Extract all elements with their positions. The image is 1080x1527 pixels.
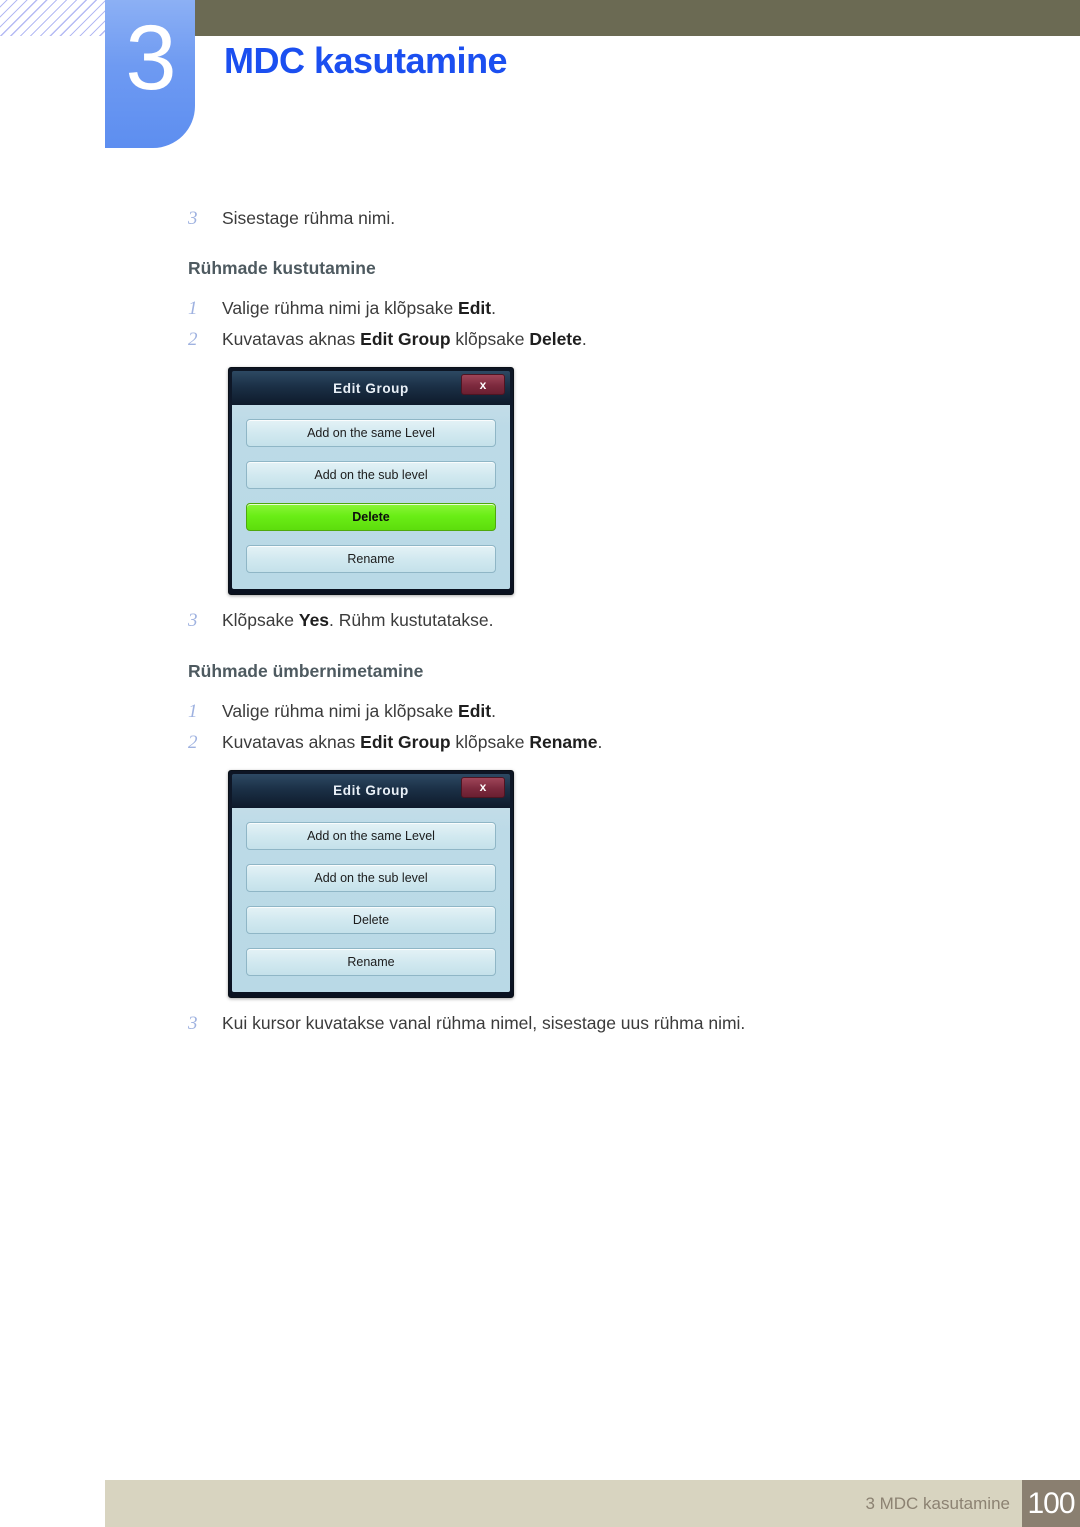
emphasized-term: Rename xyxy=(529,731,598,752)
dialog-button-rename[interactable]: Rename xyxy=(246,947,496,976)
dialog-button-add-on-the-same-level[interactable]: Add on the same Level xyxy=(246,419,496,448)
dialog-body: Add on the same Level Add on the sub leve… xyxy=(232,807,510,992)
page-footer: 3 MDC kasutamine 100 xyxy=(105,1480,1080,1527)
numbered-step: 1 Valige rühma nimi ja klõpsake Edit. xyxy=(0,295,1080,322)
step-number: 3 xyxy=(188,208,198,229)
page-number: 100 xyxy=(1022,1480,1080,1527)
dialog-button-delete[interactable]: Delete xyxy=(246,905,496,934)
text-run: Kui kursor kuvatakse vanal rühma nimel, … xyxy=(222,1012,746,1033)
page-content: 3 Sisestage rühma nimi. Rühmade kustutamin… xyxy=(0,205,1080,1041)
emphasized-term: Yes xyxy=(298,610,330,631)
text-run: . xyxy=(581,329,587,350)
page-header: 3 MDC kasutamine xyxy=(0,0,1080,160)
chapter-number-tab: 3 xyxy=(105,0,195,148)
step-text: Kui kursor kuvatakse vanal rühma nimel, … xyxy=(222,1010,745,1037)
numbered-step: 2 Kuvatavas aknas Edit Group klõpsake Del… xyxy=(0,326,1080,353)
numbered-step: 2 Kuvatavas aknas Edit Group klõpsake Ren… xyxy=(0,729,1080,756)
dialog-body: Add on the same Level Add on the sub leve… xyxy=(232,405,510,590)
section-subheading: Rühmade kustutamine xyxy=(188,258,376,279)
step-number: 1 xyxy=(188,298,198,320)
edit-group-dialog: Edit Group x Add on the same Level Add on t… xyxy=(228,367,514,596)
numbered-step: 3 Kui kursor kuvatakse vanal rühma nimel,… xyxy=(0,1010,1080,1037)
numbered-step: 3 Klõpsake Yes. Rühm kustutatakse. xyxy=(0,607,1080,634)
text-run: . Rühm kustutatakse. xyxy=(329,610,494,631)
text-run: . xyxy=(491,298,496,319)
step-text: Valige rühma nimi ja klõpsake Edit. xyxy=(222,698,496,725)
text-run: Valige rühma nimi ja klõpsake xyxy=(222,700,459,721)
edit-group-dialog: Edit Group x Add on the same Level Add on t… xyxy=(228,769,514,998)
text-run: . xyxy=(597,731,603,752)
dialog-button-add-on-the-sub-level[interactable]: Add on the sub level xyxy=(246,461,496,490)
emphasized-term: Edit xyxy=(458,700,492,721)
dialog-button-rename[interactable]: Rename xyxy=(246,545,496,574)
numbered-step: 1 Valige rühma nimi ja klõpsake Edit. xyxy=(0,698,1080,725)
step-text: Kuvatavas aknas Edit Group klõpsake Rena… xyxy=(222,729,602,756)
step-number: 2 xyxy=(188,731,198,753)
step-number: 1 xyxy=(188,700,198,722)
step-number: 3 xyxy=(188,610,198,632)
footer-label: 3 MDC kasutamine xyxy=(865,1493,1010,1513)
emphasized-term: Edit Group xyxy=(360,731,451,752)
text-run: Valige rühma nimi ja klõpsake xyxy=(222,298,459,319)
text-run: klõpsake xyxy=(450,731,530,752)
dialog-screenshot: Edit Group x Add on the same Level Add on t… xyxy=(0,769,1080,998)
text-run: Sisestage rühma nimi. xyxy=(222,208,396,228)
step-text: Sisestage rühma nimi. xyxy=(222,205,395,232)
dialog-button-delete[interactable]: Delete xyxy=(246,503,496,532)
dialog-button-add-on-the-same-level[interactable]: Add on the same Level xyxy=(246,821,496,850)
header-olive-bar xyxy=(195,0,1080,36)
dialog-title: Edit Group xyxy=(333,783,409,799)
text-run: Kuvatavas aknas xyxy=(222,329,361,350)
step-number: 3 xyxy=(188,1012,198,1034)
emphasized-term: Edit xyxy=(458,298,492,319)
emphasized-term: Edit Group xyxy=(360,329,451,350)
chapter-number: 3 xyxy=(125,7,176,109)
step-text: Klõpsake Yes. Rühm kustutatakse. xyxy=(222,607,493,634)
page-title: MDC kasutamine xyxy=(224,40,508,81)
dialog-titlebar: Edit Group x xyxy=(232,371,510,406)
dialog-titlebar: Edit Group x xyxy=(232,773,510,808)
step-number: 2 xyxy=(188,329,198,351)
dialog-title: Edit Group xyxy=(333,380,409,396)
step-text: Kuvatavas aknas Edit Group klõpsake Dele… xyxy=(222,326,587,353)
dialog-button-add-on-the-sub-level[interactable]: Add on the sub level xyxy=(246,863,496,892)
text-run: Klõpsake xyxy=(222,610,299,631)
step-text: Valige rühma nimi ja klõpsake Edit. xyxy=(222,295,496,322)
text-run: klõpsake xyxy=(450,329,530,350)
text-run: . xyxy=(491,700,496,721)
text-run: Kuvatavas aknas xyxy=(222,731,361,752)
section-subheading: Rühmade ümbernimetamine xyxy=(188,660,424,681)
dialog-screenshot: Edit Group x Add on the same Level Add on t… xyxy=(0,367,1080,596)
close-icon[interactable]: x xyxy=(461,374,505,396)
close-icon[interactable]: x xyxy=(461,776,505,798)
numbered-step: 3 Sisestage rühma nimi. xyxy=(0,205,1080,232)
emphasized-term: Delete xyxy=(529,329,582,350)
